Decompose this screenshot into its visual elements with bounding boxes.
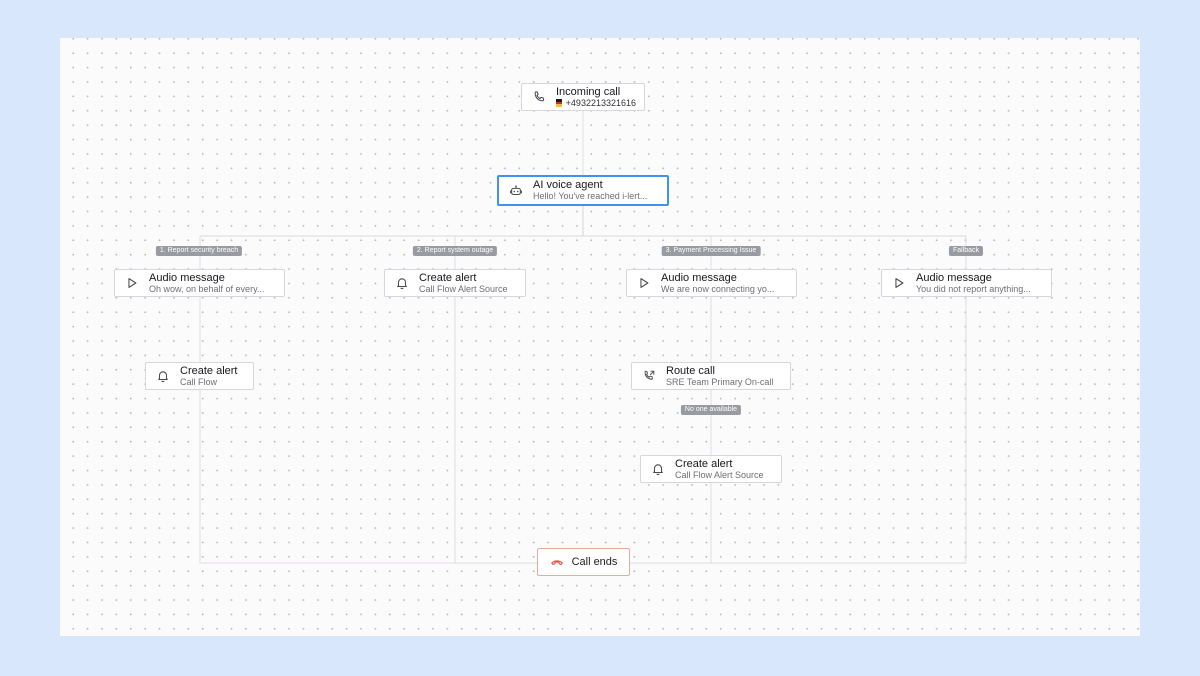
- branch-3-alert-sub: Call Flow Alert Source: [675, 469, 764, 480]
- branch-2-create-alert-node[interactable]: Create alert Call Flow Alert Source: [384, 269, 526, 297]
- robot-icon: [509, 184, 523, 198]
- fallback-audio-sub: You did not report anything...: [916, 283, 1031, 294]
- incoming-call-node[interactable]: Incoming call +4932213321616: [521, 83, 645, 111]
- phone-icon: [532, 90, 546, 104]
- branch-label-1[interactable]: 1. Report security breach: [155, 246, 243, 256]
- play-icon: [125, 276, 139, 290]
- branch-3-audio-sub: We are now connecting yo...: [661, 283, 775, 294]
- branch-1-audio-sub: Oh wow, on behalf of every...: [149, 283, 265, 294]
- bell-icon: [395, 276, 409, 290]
- call-ends-title: Call ends: [571, 556, 618, 568]
- branch-3-audio-message-node[interactable]: Audio message We are now connecting yo..…: [626, 269, 797, 297]
- branch-3-route-sub: SRE Team Primary On-call: [666, 376, 774, 387]
- call-ends-node[interactable]: Call ends: [537, 548, 630, 576]
- branch-1-alert-sub: Call Flow: [180, 376, 218, 387]
- phone-forward-icon: [642, 369, 656, 383]
- branch-3-route-title: Route call: [666, 364, 715, 377]
- branch-label-2[interactable]: 2. Report system outage: [412, 246, 498, 256]
- connector-lines: [199, 110, 967, 564]
- ai-voice-agent-title: AI voice agent: [533, 179, 603, 191]
- branch-label-fallback[interactable]: Fallback: [948, 246, 984, 256]
- branch-3-route-call-node[interactable]: Route call SRE Team Primary On-call: [631, 362, 791, 390]
- branch-1-create-alert-node[interactable]: Create alert Call Flow: [145, 362, 254, 390]
- branch-3-audio-title: Audio message: [661, 271, 737, 284]
- germany-flag-icon: [556, 99, 562, 107]
- branch-1-alert-title: Create alert: [180, 364, 238, 377]
- branch-2-alert-title: Create alert: [419, 271, 477, 284]
- ai-voice-agent-greeting: Hello! You've reached i-lert...: [533, 191, 648, 201]
- branch-2-alert-sub: Call Flow Alert Source: [419, 283, 508, 294]
- play-icon: [637, 276, 651, 290]
- fallback-audio-title: Audio message: [916, 271, 992, 284]
- play-icon: [892, 276, 906, 290]
- branch-1-audio-message-node[interactable]: Audio message Oh wow, on behalf of every…: [114, 269, 285, 297]
- branch-3-create-alert-node[interactable]: Create alert Call Flow Alert Source: [640, 455, 782, 483]
- caller-phone-number: +4932213321616: [565, 97, 636, 108]
- hang-up-icon: [550, 555, 564, 569]
- condition-no-one-available[interactable]: No one available: [680, 405, 742, 415]
- branch-1-audio-title: Audio message: [149, 271, 225, 284]
- bell-icon: [156, 369, 170, 383]
- caller-number: +4932213321616: [556, 98, 636, 109]
- ai-voice-agent-node[interactable]: AI voice agent Hello! You've reached i-l…: [497, 175, 669, 206]
- flow-canvas[interactable]: Incoming call +4932213321616 AI voice ag…: [60, 38, 1140, 636]
- branch-label-3[interactable]: 3. Payment Processing Issue: [661, 246, 761, 256]
- fallback-audio-message-node[interactable]: Audio message You did not report anythin…: [881, 269, 1052, 297]
- branch-3-alert-title: Create alert: [675, 457, 733, 470]
- incoming-call-title: Incoming call: [556, 85, 621, 98]
- bell-icon: [651, 462, 665, 476]
